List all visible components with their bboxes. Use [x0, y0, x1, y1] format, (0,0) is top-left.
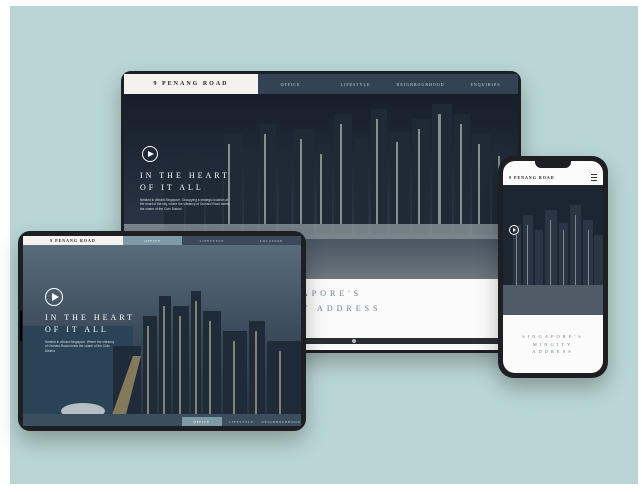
phone-play-button[interactable]	[509, 225, 519, 235]
tablet-footer-item[interactable]	[142, 417, 182, 426]
laptop-logo[interactable]: 9 PENANG ROAD	[124, 74, 258, 94]
laptop-menu-lifestyle[interactable]: LIFESTYLE	[323, 74, 388, 94]
laptop-menu-neighbourhood[interactable]: NEIGHBOURHOOD	[388, 74, 453, 94]
laptop-subheadline: APORE'S Y ADDRESS	[302, 286, 382, 316]
phone-subheadline: SINGAPORE'S MINGITY ADDRESS	[503, 333, 603, 356]
laptop-subheadline-line-2: Y ADDRESS	[302, 304, 382, 314]
tablet-footer-office[interactable]: OFFICE	[181, 417, 222, 426]
tablet-footer-bar: OFFICE LIFESTYLE NEIGHBOURHOOD	[23, 417, 301, 426]
laptop-headline: IN THE HEART OF IT ALL	[140, 170, 230, 194]
phone-device: 9 PENANG ROAD SINGAPORE'S MINGITY ADDRES…	[498, 156, 608, 378]
laptop-subheadline-line-1: APORE'S	[302, 289, 363, 298]
phone-notch	[535, 161, 571, 168]
phone-city-image	[503, 185, 603, 315]
tablet-screen: 9 PENANG ROAD OFFICE LIFESTYLE LOCATION …	[23, 236, 301, 426]
tablet-menu-office[interactable]: OFFICE	[123, 236, 183, 245]
laptop-progress-thumb[interactable]	[352, 339, 356, 343]
phone-screen: 9 PENANG ROAD SINGAPORE'S MINGITY ADDRES…	[503, 161, 603, 373]
play-icon	[148, 151, 154, 157]
laptop-nav-bar: 9 PENANG ROAD OFFICE LIFESTYLE NEIGHBOUR…	[124, 74, 518, 94]
play-icon	[51, 293, 59, 301]
tablet-headline-line-2: OF IT ALL	[45, 325, 109, 334]
phone-subheadline-line-2: MINGITY	[532, 341, 574, 347]
phone-subheadline-line-1: SINGAPORE'S	[522, 334, 584, 339]
tablet-footer-item[interactable]	[23, 417, 63, 426]
tablet-camera	[20, 311, 22, 341]
tablet-footer-item[interactable]	[102, 417, 142, 426]
tablet-headline-line-1: IN THE HEART	[45, 313, 136, 322]
phone-subheadline-line-3: ADDRESS	[532, 349, 574, 355]
play-icon	[513, 228, 516, 232]
tablet-footer-neighbourhood[interactable]: NEIGHBOURHOOD	[261, 417, 301, 426]
tablet-footer-lifestyle[interactable]: LIFESTYLE	[222, 417, 262, 426]
tablet-play-button[interactable]	[45, 288, 63, 306]
tablet-body-text: Nestled in vibrant Singapore. Where the …	[45, 340, 115, 353]
laptop-body-text: Nestled in vibrant Singapore. Occupying …	[140, 198, 230, 211]
laptop-menu-office[interactable]: OFFICE	[258, 74, 323, 94]
laptop-menu: OFFICE LIFESTYLE NEIGHBOURHOOD ENQUIRIES	[258, 74, 518, 94]
tablet-device: 9 PENANG ROAD OFFICE LIFESTYLE LOCATION …	[18, 231, 306, 431]
laptop-play-button[interactable]	[142, 146, 158, 162]
tablet-menu-location[interactable]: LOCATION	[242, 236, 301, 245]
laptop-headline-line-2: OF IT ALL	[140, 183, 204, 192]
hamburger-icon[interactable]	[591, 173, 597, 181]
tablet-nav-bar: 9 PENANG ROAD OFFICE LIFESTYLE LOCATION	[23, 236, 301, 245]
phone-nav-bar: 9 PENANG ROAD	[503, 171, 603, 183]
tablet-headline: IN THE HEART OF IT ALL	[45, 312, 135, 336]
tablet-menu-lifestyle[interactable]: LIFESTYLE	[182, 236, 241, 245]
phone-logo[interactable]: 9 PENANG ROAD	[509, 175, 555, 180]
tablet-menu: OFFICE LIFESTYLE LOCATION	[123, 236, 301, 245]
laptop-menu-enquiries[interactable]: ENQUIRIES	[453, 74, 518, 94]
tablet-footer-item[interactable]	[63, 417, 103, 426]
laptop-headline-line-1: IN THE HEART	[140, 171, 231, 180]
tablet-logo[interactable]: 9 PENANG ROAD	[23, 236, 123, 245]
